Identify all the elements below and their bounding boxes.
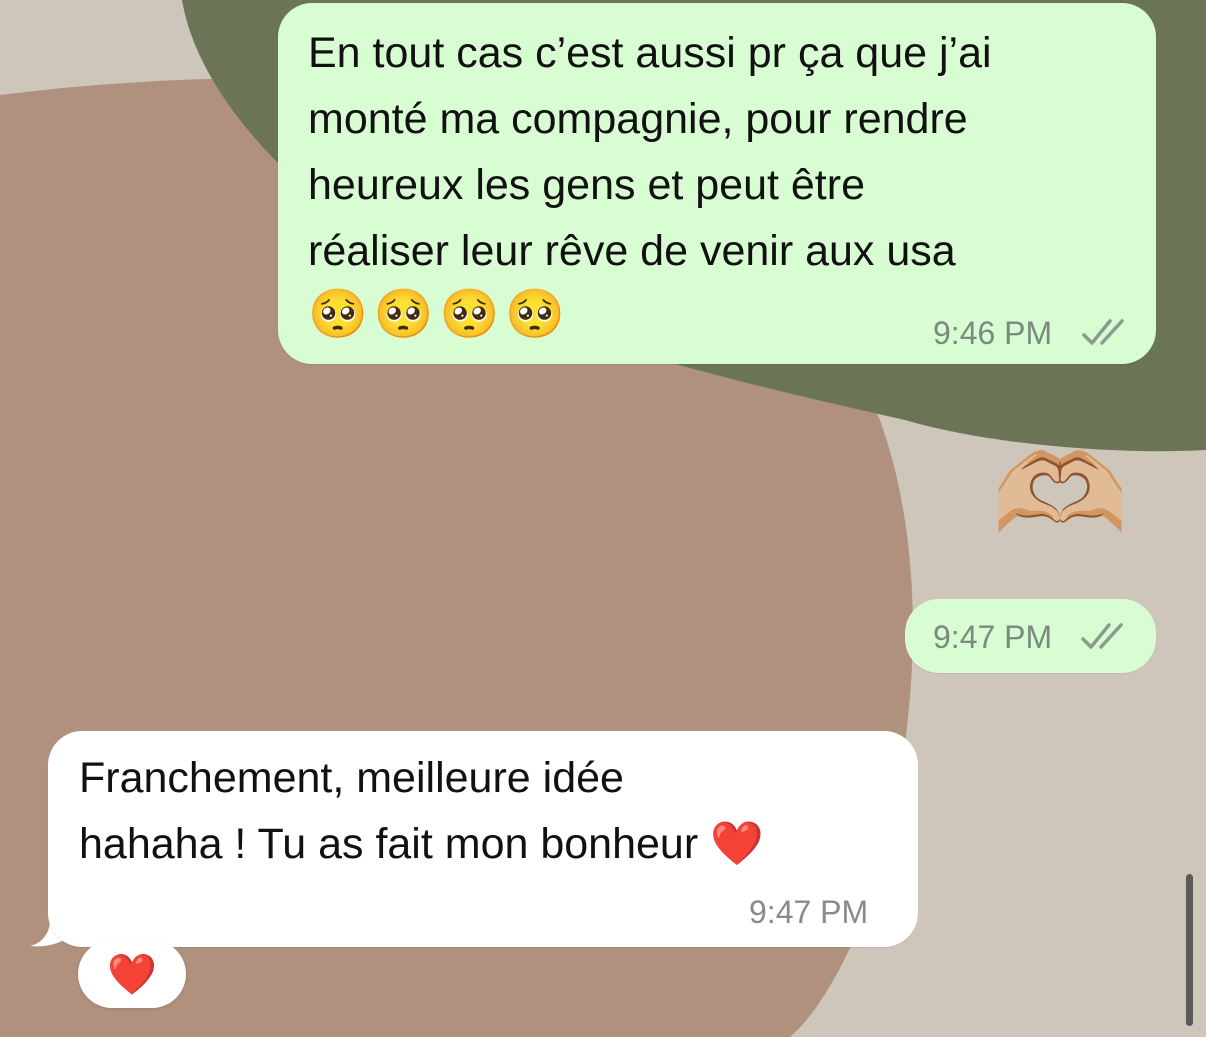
- reaction-heart[interactable]: ❤️: [78, 940, 186, 1008]
- incoming-message[interactable]: Franchement, meilleure idée hahaha ! Tu …: [48, 731, 918, 947]
- heart-hands-emoji[interactable]: 🫶🏼: [965, 430, 1155, 560]
- double-check-icon: [1082, 319, 1124, 345]
- emoji-row: 🥺🥺🥺🥺: [308, 288, 572, 341]
- message-time: 9:46 PM: [933, 315, 1053, 351]
- scrollbar[interactable]: [1186, 874, 1193, 1026]
- outgoing-emoji-time-bubble[interactable]: 9:47 PM: [905, 599, 1156, 673]
- message-text: Franchement, meilleure idée hahaha ! Tu …: [79, 754, 764, 868]
- message-text: En tout cas c’est aussi pr ça que j’ai m…: [308, 29, 992, 275]
- double-check-icon: [1081, 623, 1123, 649]
- message-time: 9:47 PM: [749, 894, 869, 930]
- message-time: 9:47 PM: [933, 619, 1053, 655]
- outgoing-message[interactable]: En tout cas c’est aussi pr ça que j’ai m…: [278, 3, 1156, 364]
